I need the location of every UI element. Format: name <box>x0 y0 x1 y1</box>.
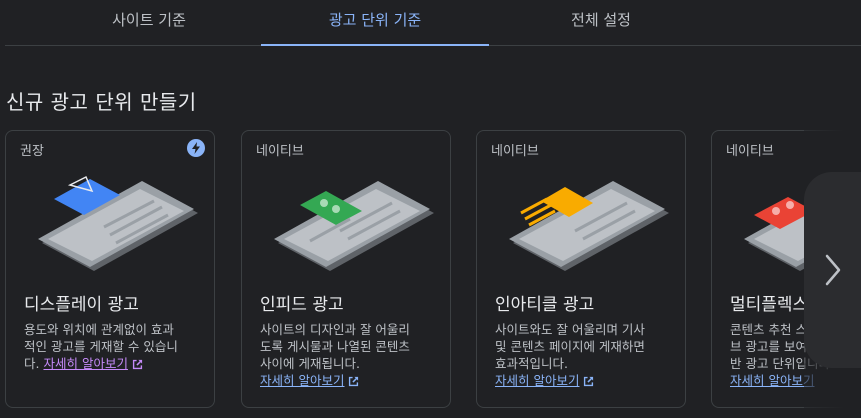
display-ad-illustration <box>38 175 198 271</box>
tab-global-settings[interactable]: 전체 설정 <box>487 0 715 45</box>
in-article-ad-illustration <box>509 181 669 271</box>
card-tag: 네이티브 <box>256 144 304 159</box>
card-description: 용도와 위치에 관계없이 효과 적인 광고를 게재할 수 있습니 다. 자세히 … <box>24 322 178 371</box>
learn-more-link[interactable]: 자세히 알아보기 <box>730 373 814 388</box>
display-ad-card[interactable]: 권장 디스플레이 광고 용도와 위치에 관계없이 효과 적인 광고를 게재할 수… <box>5 130 215 408</box>
open-in-new-icon <box>132 359 143 370</box>
open-in-new-icon <box>349 376 359 387</box>
chevron-right-icon <box>825 254 840 286</box>
tab-bar: 사이트 기준 광고 단위 기준 전체 설정 <box>5 0 861 46</box>
bolt-icon <box>187 139 205 157</box>
card-title: 인피드 광고 <box>260 295 344 315</box>
tab-site[interactable]: 사이트 기준 <box>35 0 263 45</box>
card-description: 사이트의 디자인과 잘 어울리 도록 게시물과 나열된 콘텐츠 사이에 게재됩니… <box>260 322 410 388</box>
card-tag: 권장 <box>20 144 44 159</box>
card-title: 디스플레이 광고 <box>24 295 139 315</box>
card-tag: 네이티브 <box>726 144 774 159</box>
open-in-new-icon <box>584 376 594 387</box>
card-description: 사이트와도 잘 어울리며 기사 및 콘텐츠 페이지에 게재하면 효과적입니다. … <box>495 322 645 388</box>
in-feed-ad-illustration <box>274 181 434 271</box>
learn-more-link[interactable]: 자세히 알아보기 <box>260 373 344 388</box>
card-tag: 네이티브 <box>491 144 539 159</box>
in-article-ad-card[interactable]: 네이티브 인아티클 광고 사이트와도 잘 어울리며 기사 및 콘텐츠 페이지에 … <box>476 130 686 408</box>
carousel-next-button[interactable] <box>804 172 861 368</box>
card-title: 인아티클 광고 <box>495 295 595 315</box>
section-title: 신규 광고 단위 만들기 <box>6 90 197 114</box>
tab-ad-unit[interactable]: 광고 단위 기준 <box>261 0 489 46</box>
learn-more-link[interactable]: 자세히 알아보기 <box>495 373 579 388</box>
in-feed-ad-card[interactable]: 네이티브 인피드 광고 사이트의 디자인과 잘 어울리 도록 게시물과 나열된 … <box>241 130 451 408</box>
learn-more-link[interactable]: 자세히 알아보기 <box>43 356 127 371</box>
